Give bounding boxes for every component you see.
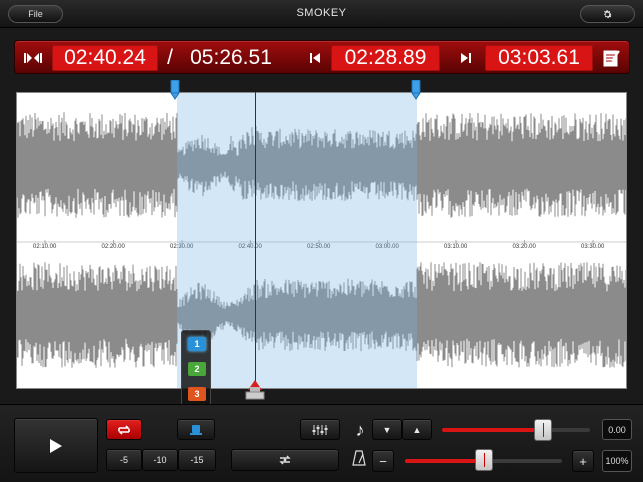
time-ruler-label: 02:50.00 (307, 244, 331, 250)
pitch-up-button[interactable]: ▲ (402, 419, 432, 440)
skip-back-5-label: -5 (119, 455, 128, 465)
go-to-start-button[interactable] (301, 45, 329, 71)
time-ruler-label: 03:20.00 (513, 244, 537, 250)
skip-back-15-button[interactable]: -15 (178, 449, 216, 471)
end-time-display[interactable]: 03:03.61 (485, 45, 593, 71)
playhead-handle[interactable] (244, 380, 266, 400)
clip-1-label: 1 (194, 339, 200, 349)
skip-back-15-label: -15 (190, 455, 204, 465)
skip-back-5-button[interactable]: -5 (106, 449, 142, 471)
pitch-value-display[interactable]: 0.00 (602, 419, 632, 440)
pitch-down-label: ▼ (382, 424, 392, 435)
clip-2[interactable]: 2 (188, 362, 206, 376)
pitch-down-button[interactable]: ▼ (372, 419, 402, 440)
gear-icon (604, 9, 612, 18)
skip-back-10-button[interactable]: -10 (142, 449, 178, 471)
notes-icon (603, 50, 620, 67)
settings-button[interactable] (580, 5, 635, 23)
total-time-display: 05:26.51 (190, 46, 272, 69)
go-to-start-icon (310, 53, 320, 63)
clip-2-label: 2 (194, 364, 200, 374)
mixer-icon (312, 424, 328, 435)
loop-toggle-button[interactable] (106, 419, 142, 440)
skip-back-10-label: -10 (153, 455, 167, 465)
time-ruler-label: 02:30.00 (170, 244, 194, 250)
mixer-button[interactable] (300, 419, 340, 440)
time-bar: 02:40.24 / 05:26.51 02:28.89 03:03.61 (14, 40, 630, 74)
clip-3-label: 3 (194, 389, 200, 399)
time-ruler-label: 03:00.00 (376, 244, 400, 250)
go-to-end-button[interactable] (452, 45, 480, 71)
clip-stack-button[interactable] (177, 419, 215, 440)
tempo-plus-label: + (579, 453, 587, 469)
notes-button[interactable] (598, 45, 626, 71)
time-separator: / (167, 46, 173, 69)
loop-icon (118, 424, 130, 435)
tempo-value-display[interactable]: 100% (602, 450, 632, 472)
selection-start-marker[interactable] (170, 80, 180, 100)
loop-edit-button[interactable] (231, 449, 339, 471)
tempo-minus-label: − (379, 453, 387, 469)
current-time-display: 02:40.24 (52, 45, 158, 71)
clip-stack: 1 2 3 (181, 330, 211, 408)
time-ruler-label: 02:20.00 (102, 244, 126, 250)
tempo-slider-thumb[interactable] (474, 449, 493, 471)
top-bar: File SMOKEY (0, 0, 643, 28)
time-ruler: 02:10.00 02:20.00 02:30.00 02:40.00 02:50.00… (33, 240, 605, 250)
clip-stack-icon (190, 424, 202, 435)
waveform-upper-channel (17, 112, 626, 218)
song-title: SMOKEY (296, 7, 347, 19)
play-icon (50, 438, 62, 453)
music-note-icon: ♪ (355, 419, 365, 440)
waveform-lower-channel (17, 262, 626, 368)
go-to-end-icon (461, 53, 471, 63)
playhead-line (255, 92, 256, 389)
tempo-minus-button[interactable]: − (372, 450, 394, 472)
selection-end-marker[interactable] (411, 80, 421, 100)
play-button[interactable] (14, 418, 98, 473)
metronome-icon (352, 450, 368, 470)
pitch-up-label: ▲ (412, 424, 422, 435)
collapse-button[interactable] (19, 45, 47, 71)
loop-edit-icon (279, 455, 291, 465)
clip-1[interactable]: 1 (188, 337, 206, 351)
time-ruler-label: 02:10.00 (33, 244, 57, 250)
pitch-slider-thumb[interactable] (533, 419, 552, 441)
start-time-display[interactable]: 02:28.89 (331, 45, 440, 71)
time-ruler-label: 02:40.00 (239, 244, 263, 250)
waveform-path (17, 262, 626, 368)
waveform: 02:10.00 02:20.00 02:30.00 02:40.00 02:50.00… (17, 112, 626, 368)
waveform-path (17, 112, 626, 218)
pitch-slider-track[interactable] (442, 428, 590, 432)
time-ruler-label: 03:10.00 (444, 244, 468, 250)
waveform-view[interactable]: 02:10.00 02:20.00 02:30.00 02:40.00 02:50.00… (16, 92, 627, 389)
collapse-icon (24, 53, 42, 63)
time-ruler-label: 03:30.00 (581, 244, 605, 250)
tempo-plus-button[interactable]: + (572, 450, 594, 472)
app-root: File SMOKEY 02:40.24 / 05:26.51 02:28.89 (0, 0, 643, 482)
clip-3[interactable]: 3 (188, 387, 206, 401)
